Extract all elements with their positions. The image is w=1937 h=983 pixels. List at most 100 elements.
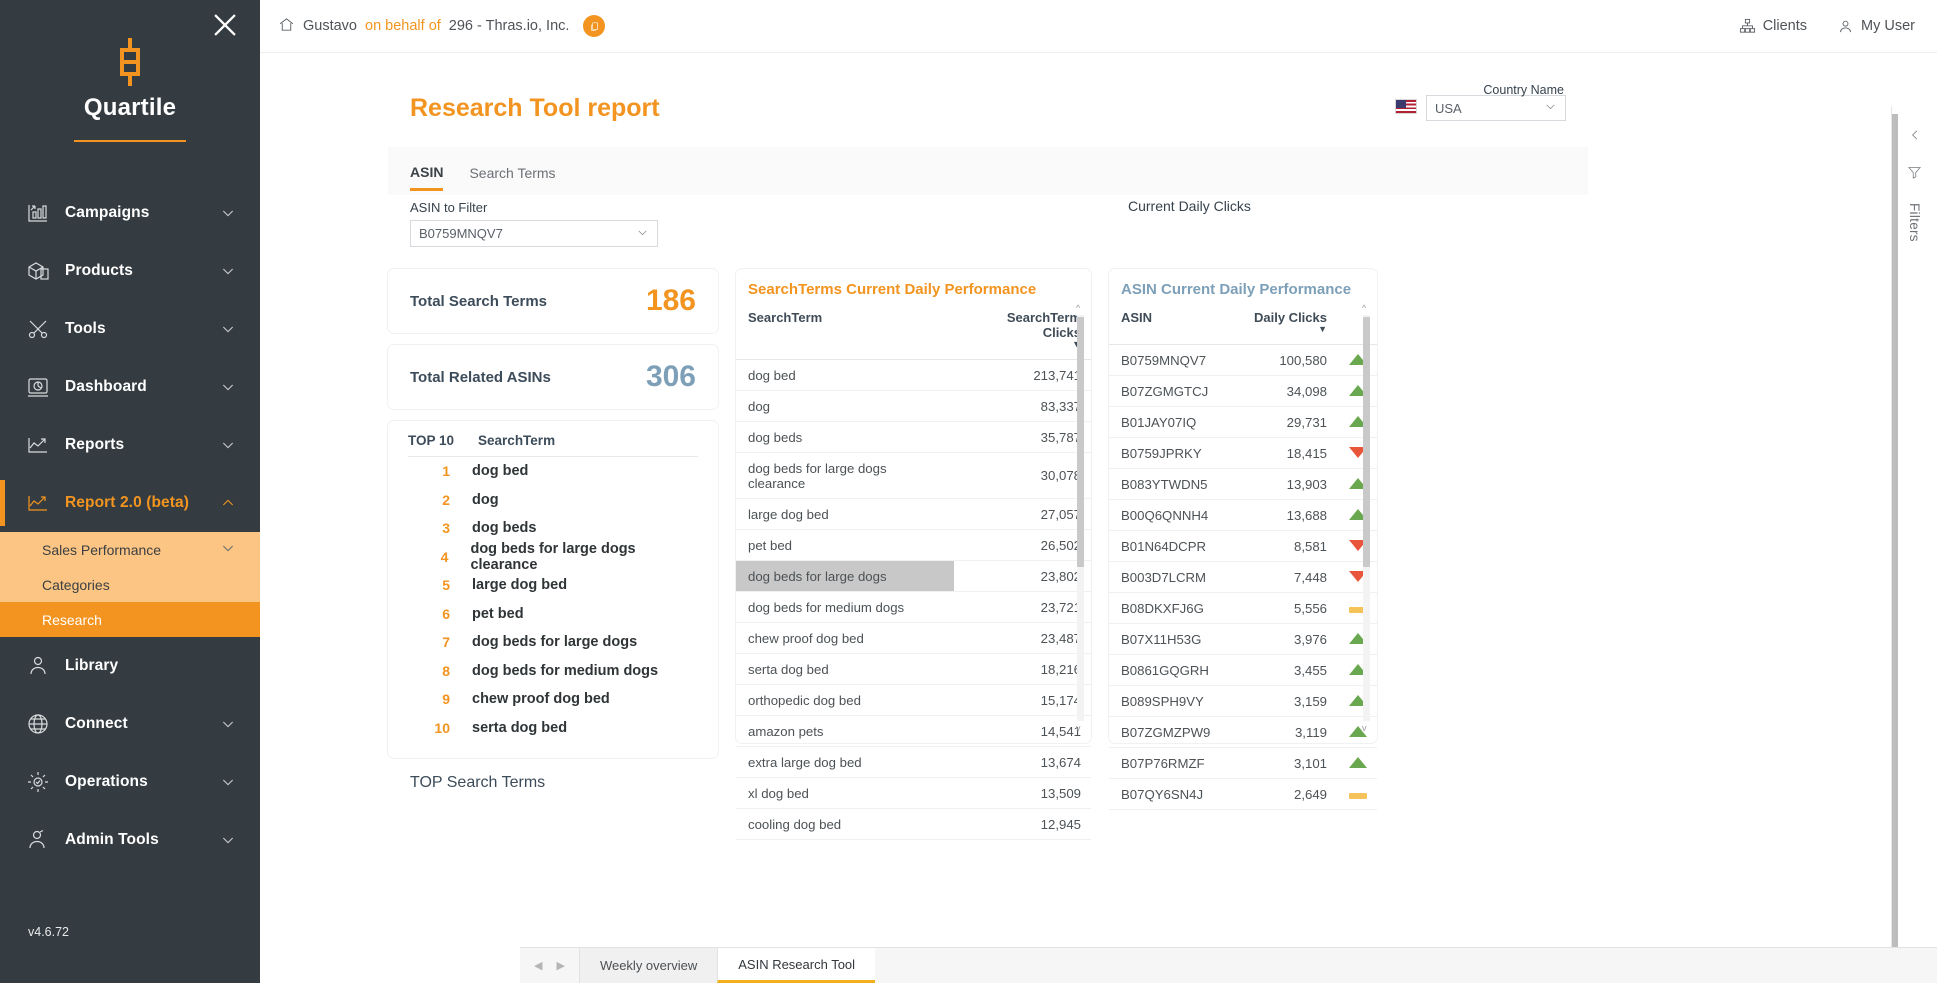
sidebar-item-library[interactable]: Library bbox=[0, 637, 260, 695]
table-row[interactable]: B0759JPRKY 18,415 bbox=[1109, 437, 1377, 469]
sidebar-item-sales-performance[interactable]: Sales Performance bbox=[0, 532, 260, 567]
top10-row[interactable]: 6 pet bed bbox=[408, 600, 698, 629]
scroll-up-icon[interactable]: ^ bbox=[1362, 303, 1366, 313]
table-row[interactable]: B07ZGMZPW9 3,119 bbox=[1109, 716, 1377, 748]
table-row[interactable]: B07X11H53G 3,976 bbox=[1109, 623, 1377, 655]
chevron-left-icon[interactable] bbox=[1908, 128, 1922, 147]
scroll-down-icon[interactable]: v bbox=[1362, 723, 1367, 733]
tab-search-terms[interactable]: Search Terms bbox=[469, 165, 555, 189]
table-row[interactable]: B01N64DCPR 8,581 bbox=[1109, 530, 1377, 562]
top10-row[interactable]: 10 serta dog bed bbox=[408, 714, 698, 743]
scroll-down-icon[interactable]: v bbox=[1076, 723, 1081, 733]
sidebar-item-tools[interactable]: Tools bbox=[0, 300, 260, 358]
asin-filter-select[interactable]: B0759MNQV7 bbox=[410, 220, 658, 247]
top10-row[interactable]: 2 dog bbox=[408, 486, 698, 515]
daily-clicks-cell: 29,731 bbox=[1232, 406, 1337, 438]
top10-row[interactable]: 4 dog beds for large dogs clearance bbox=[408, 540, 698, 573]
table-row[interactable]: xl dog bed 13,509 bbox=[736, 777, 1091, 809]
chevron-down-icon[interactable] bbox=[220, 716, 236, 732]
chevron-down-icon[interactable] bbox=[220, 437, 236, 453]
searchterm-cell: dog bed bbox=[736, 359, 955, 391]
table-row[interactable]: B00Q6QNNH4 13,688 bbox=[1109, 499, 1377, 531]
chevron-down-icon[interactable] bbox=[220, 540, 236, 559]
column-header-searchterm[interactable]: SearchTerm bbox=[736, 306, 955, 360]
table-row[interactable]: B08DKXFJ6G 5,556 bbox=[1109, 592, 1377, 624]
table-row[interactable]: B003D7LCRM 7,448 bbox=[1109, 561, 1377, 593]
asin-scrollbar[interactable]: ^ v bbox=[1362, 303, 1371, 733]
chevron-left-icon[interactable]: ◀ bbox=[534, 959, 542, 972]
sidebar-item-connect[interactable]: Connect bbox=[0, 695, 260, 753]
table-row[interactable]: orthopedic dog bed 15,174 bbox=[736, 684, 1091, 716]
table-row[interactable]: B07P76RMZF 3,101 bbox=[1109, 747, 1377, 779]
searchterms-scrollbar[interactable]: ^ v bbox=[1076, 303, 1085, 733]
sidebar-item-products[interactable]: Products bbox=[0, 242, 260, 300]
sidebar-subitem-label: Categories bbox=[42, 576, 110, 593]
sidebar-item-dashboard[interactable]: Dashboard bbox=[0, 358, 260, 416]
home-icon[interactable] bbox=[278, 16, 295, 37]
sidebar-item-reports[interactable]: Reports bbox=[0, 416, 260, 474]
sidebar-item-label: Campaigns bbox=[65, 204, 150, 221]
table-row[interactable]: extra large dog bed 13,674 bbox=[736, 746, 1091, 778]
table-row[interactable]: dog 83,337 bbox=[736, 390, 1091, 422]
searchterm-cell: orthopedic dog bed bbox=[736, 684, 955, 716]
top10-term: dog beds for large dogs clearance bbox=[470, 540, 636, 573]
funnel-icon[interactable] bbox=[1907, 165, 1922, 185]
top10-row[interactable]: 9 chew proof dog bed bbox=[408, 685, 698, 714]
top10-row[interactable]: 8 dog beds for medium dogs bbox=[408, 657, 698, 686]
chevron-right-icon[interactable]: ▶ bbox=[556, 959, 564, 972]
copy-icon[interactable] bbox=[583, 15, 606, 37]
scrollbar-thumb[interactable] bbox=[1077, 317, 1084, 567]
scroll-up-icon[interactable]: ^ bbox=[1076, 303, 1080, 313]
table-row[interactable]: dog beds for medium dogs 23,721 bbox=[736, 591, 1091, 623]
top10-row[interactable]: 5 large dog bed bbox=[408, 571, 698, 600]
chevron-down-icon[interactable] bbox=[220, 379, 236, 395]
my-user-button[interactable]: My User bbox=[1837, 18, 1915, 35]
gear-icon bbox=[25, 769, 51, 795]
chevron-down-icon[interactable] bbox=[220, 263, 236, 279]
table-row[interactable]: B07ZGMGTCJ 34,098 bbox=[1109, 375, 1377, 407]
chevron-down-icon[interactable] bbox=[220, 774, 236, 790]
chevron-down-icon[interactable] bbox=[220, 321, 236, 337]
sidebar-item-categories[interactable]: Categories bbox=[0, 567, 260, 602]
table-row[interactable]: cooling dog bed 12,945 bbox=[736, 808, 1091, 840]
top10-row[interactable]: 7 dog beds for large dogs bbox=[408, 628, 698, 657]
chevron-up-icon[interactable] bbox=[220, 495, 236, 511]
top10-row[interactable]: 1 dog bed bbox=[408, 457, 698, 486]
table-row[interactable]: dog beds for large dogs 23,802 bbox=[736, 560, 1091, 592]
table-row[interactable]: amazon pets 14,541 bbox=[736, 715, 1091, 747]
column-header-searchterm-clicks[interactable]: SearchTerm Clicks ▼ bbox=[954, 306, 1091, 360]
column-header-daily-clicks[interactable]: Daily Clicks ▼ bbox=[1232, 306, 1337, 345]
sidebar-item-operations[interactable]: Operations bbox=[0, 753, 260, 811]
table-row[interactable]: B0759MNQV7 100,580 bbox=[1109, 344, 1377, 376]
table-row[interactable]: serta dog bed 18,216 bbox=[736, 653, 1091, 685]
chevron-down-icon[interactable] bbox=[220, 205, 236, 221]
country-select[interactable]: USA bbox=[1426, 95, 1566, 121]
table-row[interactable]: dog beds for large dogs clearance 30,078 bbox=[736, 452, 1091, 499]
top10-term-header[interactable]: SearchTerm bbox=[478, 433, 555, 448]
table-row[interactable]: B089SPH9VY 3,159 bbox=[1109, 685, 1377, 717]
page-tab-asin-research-tool[interactable]: ASIN Research Tool bbox=[717, 948, 876, 983]
table-row[interactable]: B0861GQGRH 3,455 bbox=[1109, 654, 1377, 686]
sidebar-item-campaigns[interactable]: Campaigns bbox=[0, 184, 260, 242]
page-tab-weekly-overview[interactable]: Weekly overview bbox=[578, 948, 718, 983]
table-row[interactable]: B01JAY07IQ 29,731 bbox=[1109, 406, 1377, 438]
clients-button[interactable]: Clients bbox=[1739, 18, 1807, 35]
searchterm-clicks-cell: 213,741 bbox=[954, 359, 1091, 391]
sidebar-item-research[interactable]: Research bbox=[0, 602, 260, 637]
table-row[interactable]: chew proof dog bed 23,487 bbox=[736, 622, 1091, 654]
column-header-asin[interactable]: ASIN bbox=[1109, 306, 1233, 345]
table-row[interactable]: pet bed 26,502 bbox=[736, 529, 1091, 561]
table-row[interactable]: large dog bed 27,057 bbox=[736, 498, 1091, 530]
table-row[interactable]: B07QY6SN4J 2,649 bbox=[1109, 778, 1377, 810]
table-row[interactable]: dog beds 35,787 bbox=[736, 421, 1091, 453]
sidebar-item-report-2-0-beta[interactable]: Report 2.0 (beta) bbox=[0, 474, 260, 532]
close-icon[interactable] bbox=[208, 8, 242, 42]
scrollbar-thumb[interactable] bbox=[1363, 317, 1370, 567]
sidebar-item-admin-tools[interactable]: Admin Tools bbox=[0, 811, 260, 869]
top10-rank-header[interactable]: TOP 10 bbox=[408, 433, 454, 448]
chevron-down-icon[interactable] bbox=[220, 832, 236, 848]
top10-row[interactable]: 3 dog beds bbox=[408, 514, 698, 543]
table-row[interactable]: dog bed 213,741 bbox=[736, 359, 1091, 391]
tab-asin[interactable]: ASIN bbox=[410, 164, 444, 191]
table-row[interactable]: B083YTWDN5 13,903 bbox=[1109, 468, 1377, 500]
